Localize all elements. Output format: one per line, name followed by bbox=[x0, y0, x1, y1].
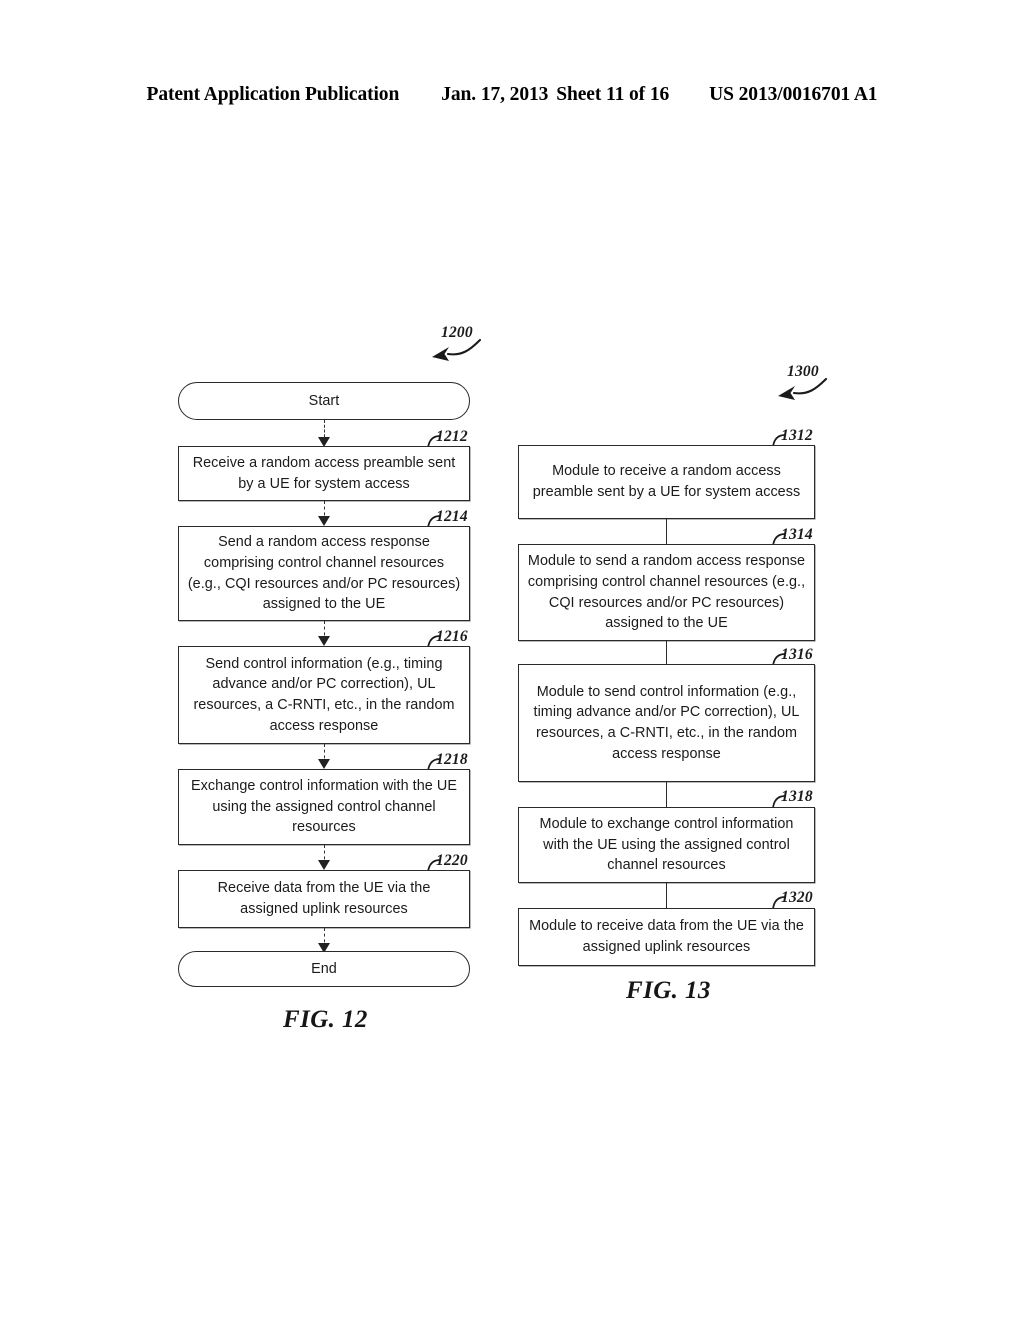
flowchart-step-1216-label: Send control information (e.g., timing a… bbox=[193, 655, 455, 734]
module-block-1312: Module to receive a random access preamb… bbox=[518, 445, 815, 519]
module-block-1318: Module to exchange control information w… bbox=[518, 807, 815, 883]
arrowhead-1214-to-1216 bbox=[318, 636, 330, 646]
flowchart-step-1212: Receive a random access preamble sent by… bbox=[178, 446, 470, 501]
flowchart-step-1218: Exchange control information with the UE… bbox=[178, 769, 470, 845]
module-block-1314-label: Module to send a random access response … bbox=[527, 553, 806, 632]
figure-13-caption: FIG. 13 bbox=[626, 977, 711, 1004]
connector-1318-to-1320 bbox=[666, 883, 667, 908]
reference-numeral-1312: 1312 bbox=[781, 427, 813, 444]
arrowhead-1216-to-1218 bbox=[318, 759, 330, 769]
module-block-1320-label: Module to receive data from the UE via t… bbox=[529, 918, 804, 955]
flowchart-step-1214: Send a random access response comprising… bbox=[178, 526, 470, 621]
module-block-1316-label: Module to send control information (e.g.… bbox=[533, 683, 800, 762]
reference-numeral-1316: 1316 bbox=[781, 646, 813, 663]
flowchart-step-1218-label: Exchange control information with the UE… bbox=[191, 778, 457, 836]
arrowhead-1212-to-1214 bbox=[318, 516, 330, 526]
module-block-1312-label: Module to receive a random access preamb… bbox=[532, 463, 801, 500]
flowchart-step-1220-label: Receive data from the UE via the assigne… bbox=[217, 880, 431, 917]
figure-area: 1200 Start 1212 Receive a random access … bbox=[0, 0, 1024, 1320]
lead-arrow-1300 bbox=[778, 377, 828, 400]
connector-1314-to-1316 bbox=[666, 641, 667, 664]
reference-numeral-1220: 1220 bbox=[436, 852, 468, 869]
flowchart-terminator-end: End bbox=[178, 951, 470, 987]
arrowhead-1218-to-1220 bbox=[318, 860, 330, 870]
terminator-start-label: Start bbox=[308, 392, 340, 409]
flowchart-step-1216: Send control information (e.g., timing a… bbox=[178, 646, 470, 744]
module-block-1316: Module to send control information (e.g.… bbox=[518, 664, 815, 782]
reference-numeral-1320: 1320 bbox=[781, 889, 813, 906]
reference-numeral-1218: 1218 bbox=[436, 751, 468, 768]
flowchart-step-1214-label: Send a random access response comprising… bbox=[187, 534, 461, 613]
lead-arrow-1200 bbox=[432, 338, 482, 361]
reference-numeral-1318: 1318 bbox=[781, 788, 813, 805]
connector-1312-to-1314 bbox=[666, 519, 667, 544]
figure-12-caption: FIG. 12 bbox=[283, 1006, 368, 1033]
reference-numeral-1314: 1314 bbox=[781, 526, 813, 543]
terminator-end-label: End bbox=[311, 960, 337, 977]
flowchart-terminator-start: Start bbox=[178, 382, 470, 420]
module-block-1320: Module to receive data from the UE via t… bbox=[518, 908, 815, 966]
flowchart-step-1212-label: Receive a random access preamble sent by… bbox=[192, 454, 456, 492]
module-block-1318-label: Module to exchange control information w… bbox=[539, 816, 794, 874]
reference-numeral-1212: 1212 bbox=[436, 428, 468, 445]
module-block-1314: Module to send a random access response … bbox=[518, 544, 815, 641]
flowchart-step-1220: Receive data from the UE via the assigne… bbox=[178, 870, 470, 928]
reference-numeral-1216: 1216 bbox=[436, 628, 468, 645]
connector-1316-to-1318 bbox=[666, 782, 667, 807]
reference-numeral-1214: 1214 bbox=[436, 508, 468, 525]
